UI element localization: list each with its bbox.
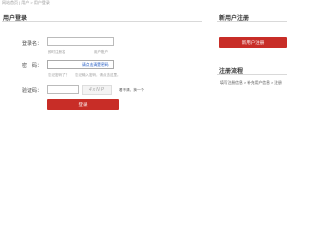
password-input-text: 请点击清楚密码 bbox=[82, 63, 109, 67]
breadcrumb: 网站首页 | 用户 > 用户登录 bbox=[2, 0, 50, 5]
password-label: 密 码： bbox=[21, 63, 42, 69]
captcha-input[interactable] bbox=[47, 85, 79, 94]
register-flow-steps: 填写注册信息 > 补充用户信息 > 注册 bbox=[220, 81, 282, 85]
username-label: 登录名： bbox=[21, 41, 42, 47]
captcha-label: 验证码： bbox=[21, 88, 42, 94]
register-flow-divider bbox=[217, 74, 287, 75]
login-button[interactable]: 登录 bbox=[47, 99, 119, 110]
username-input[interactable] bbox=[47, 37, 114, 46]
login-panel-divider bbox=[2, 21, 202, 22]
new-user-divider bbox=[217, 21, 287, 22]
refresh-captcha-link[interactable]: 看不清，换一个 bbox=[119, 88, 144, 93]
username-hint-left: 即时注册名 bbox=[48, 50, 66, 54]
captcha-image[interactable]: 4xNP bbox=[82, 85, 112, 95]
register-button[interactable]: 新用户注册 bbox=[219, 37, 287, 48]
password-hint-right[interactable]: 忘记输入密码，请点击这里。 bbox=[75, 73, 121, 78]
password-hint-left: 忘记密码了？ bbox=[48, 73, 69, 77]
username-hint-right: 用户账户 bbox=[94, 50, 108, 54]
password-input[interactable]: 请点击清楚密码 bbox=[47, 60, 114, 69]
